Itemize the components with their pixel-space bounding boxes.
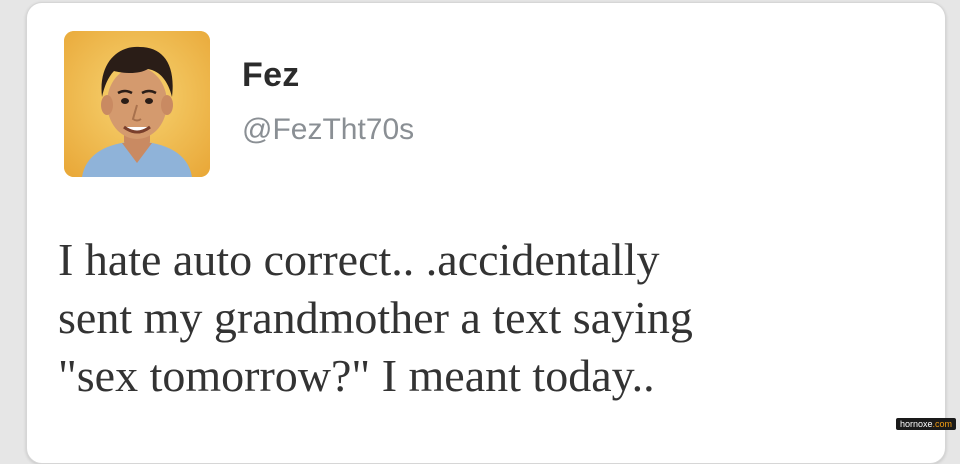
tweet-text: I hate auto correct.. .accidentally sent… (58, 231, 928, 405)
watermark-accent: .com (932, 419, 952, 429)
tweet-text-line: "sex tomorrow?" I meant today.. (58, 350, 655, 401)
watermark: hornoxe.com (895, 418, 956, 430)
profile-photo-icon (64, 31, 210, 177)
tweet-text-line: I hate auto correct.. .accidentally (58, 234, 660, 285)
watermark-main: hornoxe (899, 419, 933, 429)
avatar[interactable] (64, 31, 210, 177)
display-name[interactable]: Fez (242, 56, 300, 95)
tweet-text-line: sent my grandmother a text saying (58, 292, 693, 343)
user-handle[interactable]: @FezTht70s (242, 113, 414, 147)
